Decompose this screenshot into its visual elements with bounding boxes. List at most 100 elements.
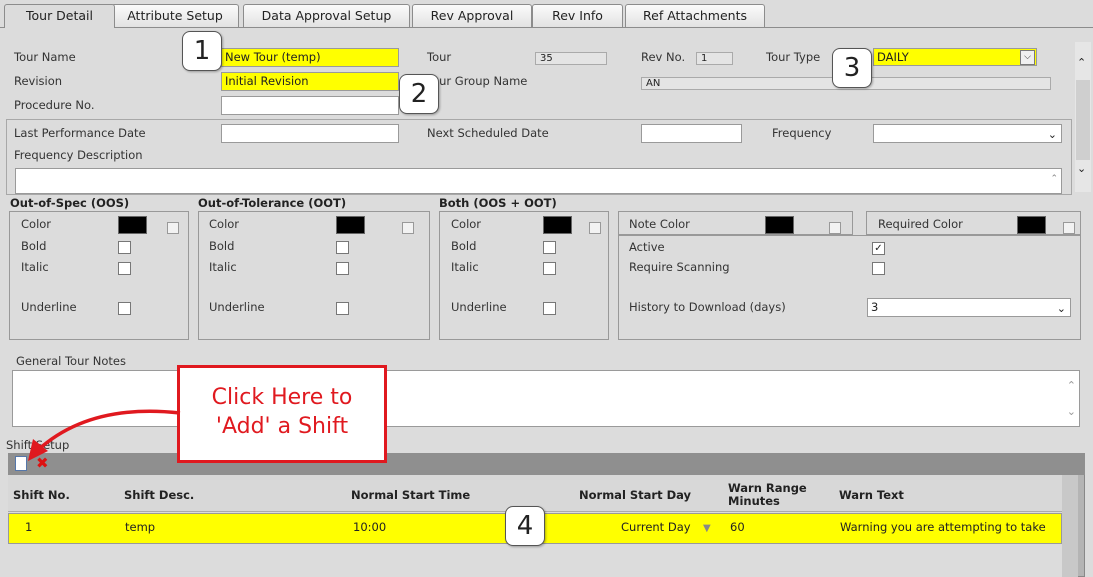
require-scanning-label: Require Scanning bbox=[629, 260, 730, 274]
shift-desc-cell: temp bbox=[125, 520, 156, 534]
oos-underline-checkbox[interactable] bbox=[118, 302, 131, 315]
required-color-label: Required Color bbox=[878, 217, 963, 231]
tour-type-label: Tour Type bbox=[766, 50, 821, 64]
oos-underline-label: Underline bbox=[21, 300, 77, 314]
tab-attribute-setup[interactable]: Attribute Setup bbox=[111, 4, 239, 27]
both-italic-checkbox[interactable] bbox=[543, 262, 556, 275]
frequency-select[interactable]: ⌄ bbox=[873, 124, 1062, 143]
oos-color-label: Color bbox=[21, 217, 52, 231]
shift-grid-scrollbar[interactable] bbox=[1062, 475, 1078, 577]
oos-bold-checkbox[interactable] bbox=[118, 241, 131, 254]
procedure-input[interactable] bbox=[221, 96, 399, 115]
warn-minutes-cell: 60 bbox=[730, 520, 745, 534]
start-day-cell: Current Day bbox=[621, 520, 691, 534]
note-color-label: Note Color bbox=[629, 217, 690, 231]
oot-underline-checkbox[interactable] bbox=[336, 302, 349, 315]
require-scanning-checkbox[interactable] bbox=[872, 262, 885, 275]
oot-color-picker[interactable] bbox=[402, 222, 414, 234]
scroll-up-icon[interactable]: ⌃ bbox=[1077, 56, 1086, 69]
active-checkbox[interactable]: ✓ bbox=[872, 242, 885, 255]
last-performance-label: Last Performance Date bbox=[14, 126, 146, 140]
oot-bold-checkbox[interactable] bbox=[336, 241, 349, 254]
tour-id-field: 35 bbox=[535, 52, 607, 65]
oot-underline-label: Underline bbox=[209, 300, 265, 314]
callout-arrow-icon bbox=[28, 409, 181, 461]
tour-type-value: DAILY bbox=[877, 50, 909, 64]
oos-italic-label: Italic bbox=[21, 260, 49, 274]
callout-1: 1 bbox=[182, 31, 222, 71]
oot-heading: Out-of-Tolerance (OOT) bbox=[198, 196, 347, 210]
callout-2: 2 bbox=[399, 74, 439, 114]
both-color-swatch[interactable] bbox=[543, 216, 572, 234]
next-scheduled-input[interactable] bbox=[641, 124, 742, 143]
col-warn-range-minutes[interactable]: Warn Range Minutes bbox=[728, 482, 818, 508]
scroll-down-icon[interactable]: ⌄ bbox=[1077, 162, 1086, 175]
history-download-value: 3 bbox=[871, 300, 879, 314]
both-italic-label: Italic bbox=[451, 260, 479, 274]
frequency-description-label: Frequency Description bbox=[14, 148, 143, 162]
frequency-description-textarea[interactable]: ⌃ bbox=[15, 168, 1062, 194]
tab-ref-attachments[interactable]: Ref Attachments bbox=[625, 4, 765, 27]
history-download-select[interactable]: 3 ⌄ bbox=[867, 298, 1071, 317]
warn-text-cell: Warning you are attempting to take bbox=[840, 520, 1046, 534]
settings-group bbox=[618, 235, 1081, 340]
required-color-picker[interactable] bbox=[1063, 222, 1075, 234]
col-warn-text[interactable]: Warn Text bbox=[839, 489, 904, 502]
tab-tour-detail[interactable]: Tour Detail bbox=[4, 4, 115, 28]
chevron-down-icon[interactable]: ⌄ bbox=[1057, 300, 1066, 316]
both-underline-checkbox[interactable] bbox=[543, 302, 556, 315]
revision-input[interactable]: Initial Revision bbox=[221, 72, 399, 91]
tab-data-approval-setup[interactable]: Data Approval Setup bbox=[243, 4, 410, 27]
tour-name-input[interactable]: New Tour (temp) bbox=[221, 48, 399, 67]
frequency-label: Frequency bbox=[772, 126, 832, 140]
tab-rev-info[interactable]: Rev Info bbox=[532, 4, 623, 27]
col-shift-no[interactable]: Shift No. bbox=[13, 489, 70, 502]
oos-bold-label: Bold bbox=[21, 239, 47, 253]
tour-group-label: Tour Group Name bbox=[427, 74, 528, 88]
form-scrollbar[interactable]: ⌃ ⌄ bbox=[1075, 42, 1091, 192]
tour-detail-window: Tour Detail Attribute Setup Data Approva… bbox=[0, 0, 1093, 577]
textarea-scroll-up-icon[interactable]: ⌃ bbox=[1050, 171, 1058, 188]
active-label: Active bbox=[629, 240, 665, 254]
scroll-thumb[interactable] bbox=[1076, 80, 1090, 160]
dropdown-arrow-icon[interactable]: ⌵ bbox=[1020, 50, 1035, 65]
procedure-label: Procedure No. bbox=[14, 98, 95, 112]
add-shift-callout-line2: 'Add' a Shift bbox=[215, 414, 349, 439]
history-download-label: History to Download (days) bbox=[629, 300, 786, 314]
oot-italic-label: Italic bbox=[209, 260, 237, 274]
both-bold-label: Bold bbox=[451, 239, 477, 253]
tour-label: Tour bbox=[427, 50, 452, 64]
both-color-picker[interactable] bbox=[589, 222, 601, 234]
callout-3: 3 bbox=[832, 48, 872, 88]
oos-italic-checkbox[interactable] bbox=[118, 262, 131, 275]
col-normal-start-day[interactable]: Normal Start Day bbox=[579, 489, 691, 502]
oos-color-swatch[interactable] bbox=[118, 216, 147, 234]
col-normal-start-time[interactable]: Normal Start Time bbox=[351, 489, 470, 502]
tab-divider bbox=[0, 27, 1093, 28]
notes-scroll-down-icon[interactable]: ⌄ bbox=[1067, 403, 1076, 420]
both-underline-label: Underline bbox=[451, 300, 507, 314]
caret-down-icon[interactable]: ▼ bbox=[703, 523, 711, 534]
oos-color-picker[interactable] bbox=[167, 222, 179, 234]
col-shift-desc[interactable]: Shift Desc. bbox=[124, 489, 194, 502]
oot-color-swatch[interactable] bbox=[336, 216, 365, 234]
last-performance-input[interactable] bbox=[221, 124, 399, 143]
next-scheduled-label: Next Scheduled Date bbox=[427, 126, 549, 140]
chevron-down-icon[interactable]: ⌄ bbox=[1048, 126, 1057, 142]
oot-color-label: Color bbox=[209, 217, 240, 231]
note-color-swatch[interactable] bbox=[765, 216, 794, 234]
notes-scroll-up-icon[interactable]: ⌃ bbox=[1067, 377, 1076, 394]
oot-italic-checkbox[interactable] bbox=[336, 262, 349, 275]
required-color-swatch[interactable] bbox=[1017, 216, 1046, 234]
rev-no-label: Rev No. bbox=[641, 50, 686, 64]
both-bold-checkbox[interactable] bbox=[543, 241, 556, 254]
both-heading: Both (OOS + OOT) bbox=[439, 196, 557, 210]
add-shift-callout: Click Here to 'Add' a Shift bbox=[177, 365, 387, 463]
rev-no-field: 1 bbox=[696, 52, 733, 65]
general-notes-label: General Tour Notes bbox=[16, 354, 126, 368]
note-color-picker[interactable] bbox=[829, 222, 841, 234]
start-time-cell: 10:00 bbox=[353, 520, 387, 534]
tab-rev-approval[interactable]: Rev Approval bbox=[412, 4, 532, 27]
tour-name-label: Tour Name bbox=[14, 50, 76, 64]
tour-type-select[interactable]: DAILY ⌵ bbox=[873, 48, 1037, 66]
